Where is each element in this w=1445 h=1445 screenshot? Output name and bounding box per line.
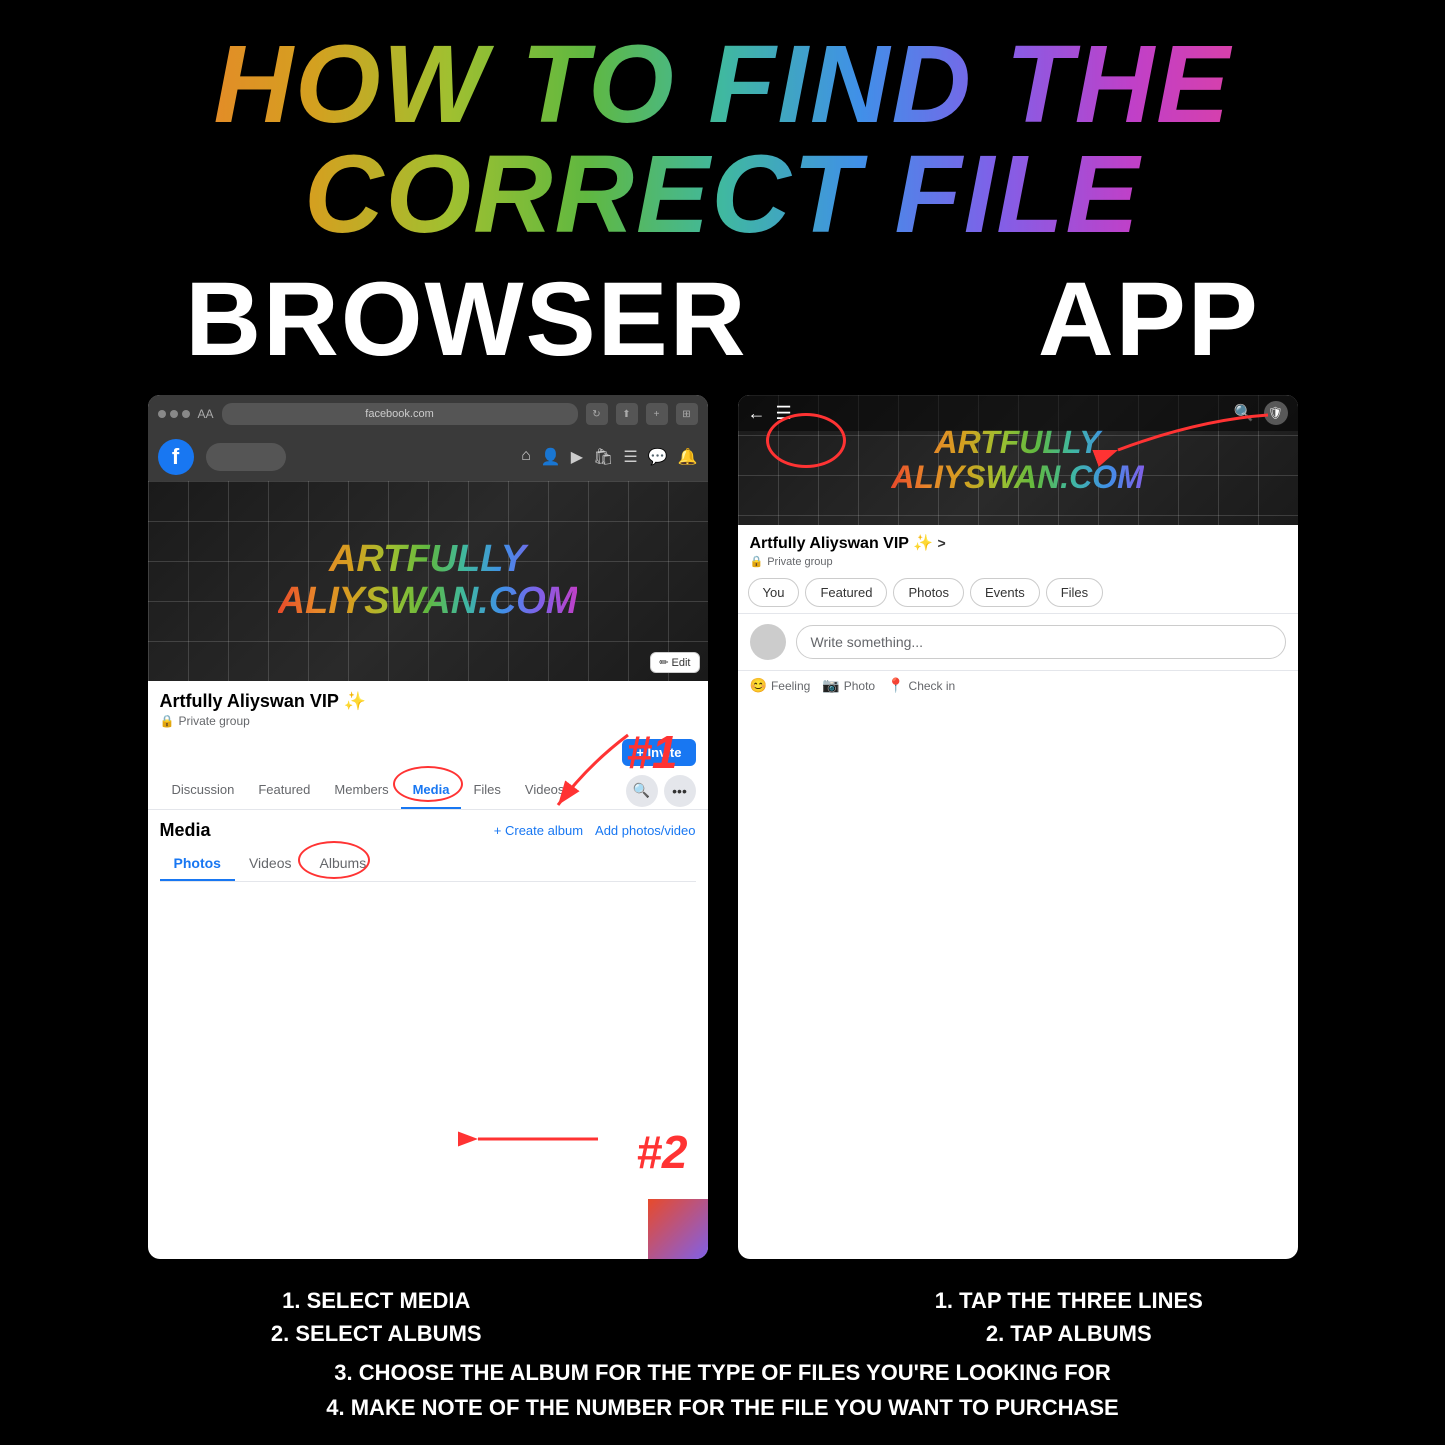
media-links: + Create album Add photos/video [494,823,696,838]
checkin-label: Check in [909,679,956,693]
user-avatar [750,624,786,660]
shared-instructions: 3. CHOOSE THE ALBUM FOR THE TYPE OF FILE… [40,1355,1405,1425]
more-button[interactable]: ••• [664,775,696,807]
photo-label: Photo [844,679,875,693]
photo-action[interactable]: 📷 Photo [822,677,875,694]
tab-featured[interactable]: Featured [246,772,322,809]
title-row: HOW TO FIND THE CORRECT FILE [40,30,1405,250]
app-lock-icon: 🔒 [750,555,764,568]
section-headers: BROWSER APP [40,260,1405,380]
browser-label: BROWSER [185,260,747,380]
feeling-label: Feeling [771,679,810,693]
lock-icon: 🔒 [160,714,175,728]
browser-instruction-1: 1. SELECT MEDIA [40,1284,713,1317]
browser-instruction-2: 2. SELECT ALBUMS [40,1317,713,1350]
cover-title-text: ARTFULLY ALIYSWAN.COM [278,539,578,623]
dot-2 [170,410,178,418]
create-album-link[interactable]: + Create album [494,823,583,838]
screenshots-row: AA facebook.com ↻ ⬆ + ⊞ f ⌂ 👤 ▶ [40,395,1405,1259]
friends-icon[interactable]: 👤 [541,447,561,467]
facebook-logo: f [158,439,194,475]
checkin-icon: 📍 [887,677,904,694]
checkin-action[interactable]: 📍 Check in [887,677,955,694]
tab-members[interactable]: Members [322,772,400,809]
hamburger-icon[interactable]: ☰ [776,403,792,424]
app-actions: 😊 Feeling 📷 Photo 📍 Check in [738,670,1298,700]
app-write-row: Write something... [738,614,1298,670]
group-name: Artfully Aliyswan VIP ✨ [160,691,696,712]
dot-1 [158,410,166,418]
browser-dots [158,410,190,418]
back-icon[interactable]: ← [748,403,766,424]
media-title: Media [160,820,211,841]
media-sub-tabs: Photos Videos Albums [160,847,696,882]
subtab-videos[interactable]: Videos [235,847,306,881]
browser-url-text: facebook.com [365,408,433,420]
app-group-info: Artfully Aliyswan VIP ✨ > 🔒 Private grou… [738,525,1298,572]
messenger-icon[interactable]: 💬 [648,447,668,467]
share-icon[interactable]: ⬆ [616,403,638,425]
add-photos-link[interactable]: Add photos/video [595,823,695,838]
dot-3 [182,410,190,418]
notification-icon[interactable]: 🔔 [678,447,698,467]
photo-icon: 📷 [822,677,839,694]
app-screenshot: ← ☰ 🔍 🛡 ARTFULLY ALIYSWAN.COM [738,395,1298,1259]
tab-files[interactable]: Files [461,772,512,809]
app-tab-you[interactable]: You [748,578,800,607]
media-circle [393,766,463,802]
albums-circle [298,841,370,879]
app-instruction-1: 1. TAP THE THREE LINES [733,1284,1406,1317]
annotation-2: #2 [636,1125,687,1179]
refresh-icon[interactable]: ↻ [586,403,608,425]
feeling-icon: 😊 [750,677,767,694]
write-something-input[interactable]: Write something... [796,625,1286,659]
tab-discussion[interactable]: Discussion [160,772,247,809]
cover-line1: ARTFULLY [329,538,526,580]
edit-button[interactable]: ✏ Edit [650,652,699,673]
app-arrow [1078,400,1278,490]
browser-nav-icons: ↻ ⬆ + ⊞ [586,403,698,425]
app-tabs: You Featured Photos Events Files [738,572,1298,614]
arrow-1 [528,725,648,825]
main-title: HOW TO FIND THE CORRECT FILE [40,30,1405,250]
app-tab-photos[interactable]: Photos [893,578,963,607]
cover-line2: ALIYSWAN.COM [278,580,578,622]
browser-instructions: 1. SELECT MEDIA 2. SELECT ALBUMS [40,1284,713,1350]
browser-bar: AA facebook.com ↻ ⬆ + ⊞ [148,395,708,433]
app-group-name: Artfully Aliyswan VIP ✨ > [750,533,1286,553]
home-icon[interactable]: ⌂ [521,447,531,467]
app-tab-events[interactable]: Events [970,578,1040,607]
main-container: HOW TO FIND THE CORRECT FILE BROWSER APP… [0,0,1445,1445]
fb-header: f ⌂ 👤 ▶ 🛍 ☰ 💬 🔔 [148,433,708,481]
cover-image: ARTFULLY ALIYSWAN.COM ✏ Edit [148,481,708,681]
tab-media[interactable]: Media [401,772,462,809]
media-thumbnail [648,1199,708,1259]
app-tab-files[interactable]: Files [1046,578,1103,607]
app-group-private: 🔒 Private group [750,555,1286,568]
add-tab-icon[interactable]: + [646,403,668,425]
menu-icon[interactable]: ☰ [623,447,637,467]
tabs-icon[interactable]: ⊞ [676,403,698,425]
browser-screenshot: AA facebook.com ↻ ⬆ + ⊞ f ⌂ 👤 ▶ [148,395,708,1259]
subtab-photos[interactable]: Photos [160,847,235,881]
app-label: APP [1038,260,1260,380]
app-instructions: 1. TAP THE THREE LINES 2. TAP ALBUMS [733,1284,1406,1350]
shared-instruction-3: 3. CHOOSE THE ALBUM FOR THE TYPE OF FILE… [40,1355,1405,1390]
shared-instruction-4: 4. MAKE NOTE OF THE NUMBER FOR THE FILE … [40,1390,1405,1425]
feeling-action[interactable]: 😊 Feeling [750,677,811,694]
app-instruction-2: 2. TAP ALBUMS [733,1317,1406,1350]
watch-icon[interactable]: ▶ [571,447,583,467]
fb-search-box[interactable] [206,443,286,471]
browser-aa-label: AA [198,407,214,421]
subtab-albums[interactable]: Albums [306,847,381,881]
edit-label: ✏ Edit [659,656,690,669]
browser-url-bar[interactable]: facebook.com [222,403,578,425]
fb-nav-icons: ⌂ 👤 ▶ 🛍 ☰ 💬 🔔 [521,447,697,467]
instructions-row: 1. SELECT MEDIA 2. SELECT ALBUMS 1. TAP … [40,1284,1405,1350]
store-icon[interactable]: 🛍 [593,447,613,467]
arrow-2 [458,1109,608,1169]
app-header: ← ☰ 🔍 🛡 ARTFULLY ALIYSWAN.COM [738,395,1298,525]
app-tab-featured[interactable]: Featured [805,578,887,607]
